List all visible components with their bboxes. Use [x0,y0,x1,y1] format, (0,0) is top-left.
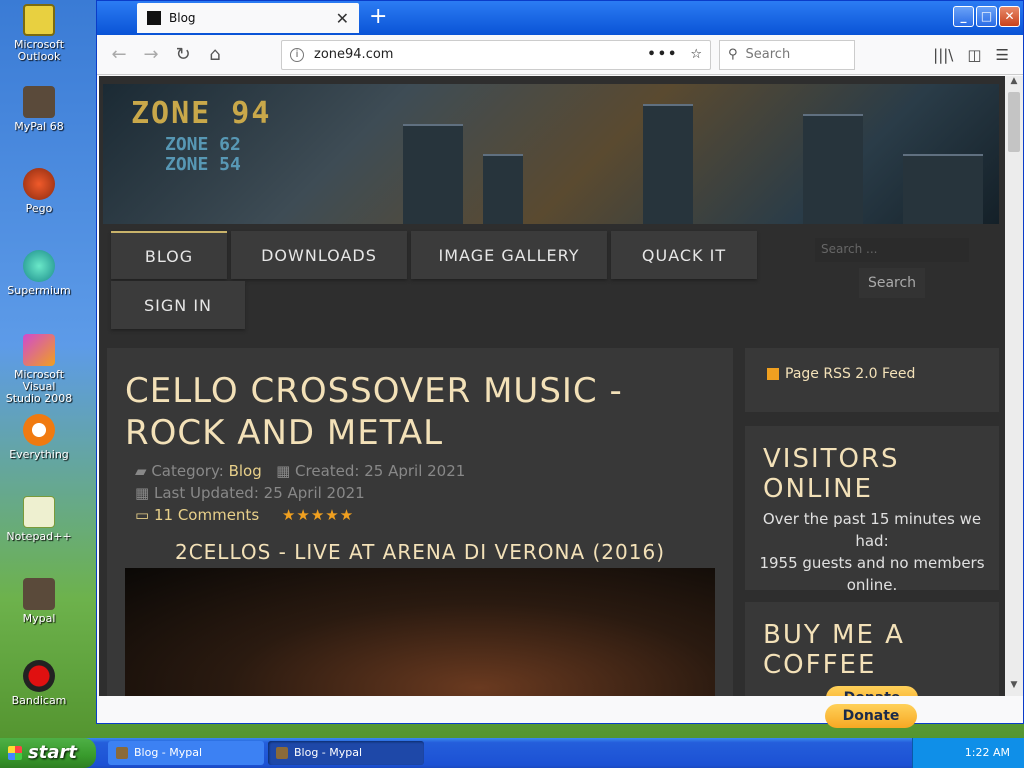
forward-arrow-icon[interactable]: → [137,41,165,69]
outlook-icon [23,4,55,36]
coffee-heading: BUY ME A COFFEE [763,620,905,680]
scroll-up-icon[interactable]: ▲ [1005,76,1023,92]
desktop-icon-everything[interactable]: Everything [4,414,74,461]
desktop-icon-outlook[interactable]: Microsoft Outlook [4,4,74,63]
menu-image-gallery[interactable]: IMAGE GALLERY [411,231,607,279]
site-banner: ZONE 94 ZONE 62 ZONE 54 [103,84,999,224]
visitors-text-1: Over the past 15 minutes we had: [762,510,982,550]
system-tray: 1:22 AM [912,738,1024,768]
scroll-down-icon[interactable]: ▼ [1005,680,1023,696]
notepad-icon [23,496,55,528]
url-text: zone94.com [314,47,394,62]
mypal-icon [23,86,55,118]
coffee-box: BUY ME A COFFEE Donate [745,602,999,696]
back-arrow-icon[interactable]: ← [105,41,133,69]
desktop-icon-bandicam[interactable]: Bandicam [4,660,74,707]
comment-icon: ▭ [135,506,150,524]
rss-link[interactable]: Page RSS 2.0 Feed [785,366,915,382]
desktop-icon-mypal68[interactable]: MyPal 68 [4,86,74,133]
info-icon[interactable]: i [290,47,304,62]
site-search-input[interactable]: Search ... [815,238,969,262]
tab-bar: Blog ✕ + _ □ ✕ [97,1,1023,35]
supermium-icon [23,250,55,282]
article: CELLO CROSSOVER MUSIC - ROCK AND METAL ▰… [107,348,733,696]
vertical-scrollbar[interactable]: ▲ ▼ [1005,76,1023,696]
page-viewport: ZONE 94 ZONE 62 ZONE 54 BLOG DOWNLOADS I… [99,76,1005,696]
windows-flag-icon [8,746,22,760]
bandicam-icon [23,660,55,692]
url-bar[interactable]: i zone94.com ••• ☆ [281,39,711,70]
close-tab-icon[interactable]: ✕ [336,9,349,28]
desktop-icon-pego[interactable]: Pego [4,168,74,215]
rating-stars[interactable]: ★★★★★ [282,506,354,524]
taskbar-item-blog-1[interactable]: Blog - Mypal [108,741,264,765]
toolbar-right: |||\ ◫ ☰ [933,46,1015,64]
site-search-button[interactable]: Search [859,268,925,298]
article-title[interactable]: CELLO CROSSOVER MUSIC - ROCK AND METAL [125,370,715,454]
category-link[interactable]: Blog [229,462,262,480]
mypal-icon [276,747,288,759]
comments-link[interactable]: 11 Comments [154,506,259,524]
browser-search-input[interactable]: ⚲ Search [719,39,855,70]
favicon-icon [147,11,161,25]
video-player[interactable] [125,568,715,696]
taskbar-item-blog-2[interactable]: Blog - Mypal [268,741,424,765]
site-logo[interactable]: ZONE 94 [131,96,271,131]
desktop-icon-supermium[interactable]: Supermium [4,250,74,297]
pego-icon [23,168,55,200]
menu-downloads[interactable]: DOWNLOADS [231,231,407,279]
clock[interactable]: 1:22 AM [965,746,1010,759]
visitors-heading: VISITORS ONLINE [763,444,900,504]
desktop-icon-visual-studio[interactable]: Microsoft Visual Studio 2008 [4,334,74,405]
mypal-icon [23,578,55,610]
calendar-icon: ▦ [135,484,150,502]
desktop-icon-mypal[interactable]: Mypal [4,578,74,625]
close-window-button[interactable]: ✕ [999,6,1020,27]
scroll-thumb[interactable] [1008,92,1020,152]
video-title: 2CELLOS - LIVE AT ARENA DI VERONA (2016) [174,540,666,564]
folder-icon: ▰ [135,462,147,480]
nav-bar: ← → ↻ ⌂ i zone94.com ••• ☆ ⚲ Search |||\… [97,35,1023,75]
calendar-icon: ▦ [276,462,291,480]
logo-sub-2: ZONE 54 [165,154,241,175]
page-actions-icon[interactable]: ••• [647,47,678,62]
visitors-text-2: 1955 guests and no members online. [759,554,985,594]
taskbar: start Blog - Mypal Blog - Mypal 1:22 AM [0,738,1024,768]
donate-button[interactable]: Donate [826,686,918,696]
maximize-button[interactable]: □ [976,6,997,27]
everything-icon [23,414,55,446]
reload-icon[interactable]: ↻ [169,41,197,69]
tab-blog[interactable]: Blog ✕ [137,3,359,33]
article-meta-category: ▰ Category: Blog ▦ Created: 25 April 202… [135,462,466,480]
library-icon[interactable]: |||\ [933,46,953,64]
rss-box: Page RSS 2.0 Feed [745,348,999,412]
visual-studio-icon [23,334,55,366]
menu-blog[interactable]: BLOG [111,231,227,279]
menu-sign-in[interactable]: SIGN IN [111,281,245,329]
donate-button-2[interactable]: Donate [825,704,917,728]
browser-window: Blog ✕ + _ □ ✕ ← → ↻ ⌂ i zone94.com ••• … [96,0,1024,728]
menu-quack-it[interactable]: QUACK IT [611,231,757,279]
logo-sub-1: ZONE 62 [165,134,241,155]
search-icon: ⚲ [728,47,738,62]
article-meta-updated: ▦ Last Updated: 25 April 2021 [135,484,365,502]
visitors-box: VISITORS ONLINE Over the past 15 minutes… [745,426,999,594]
sidebar-icon[interactable]: ◫ [967,46,981,64]
mypal-icon [116,747,128,759]
menu-icon[interactable]: ☰ [996,46,1009,64]
rss-icon [767,368,779,380]
new-tab-button[interactable]: + [369,5,387,29]
article-meta-comments: ▭ 11 Comments ★★★★★ [135,506,354,524]
bookmark-star-icon[interactable]: ☆ [690,47,702,62]
start-button[interactable]: start [0,738,96,768]
home-icon[interactable]: ⌂ [201,41,229,69]
desktop-icon-notepadpp[interactable]: Notepad++ [4,496,74,543]
minimize-button[interactable]: _ [953,6,974,27]
